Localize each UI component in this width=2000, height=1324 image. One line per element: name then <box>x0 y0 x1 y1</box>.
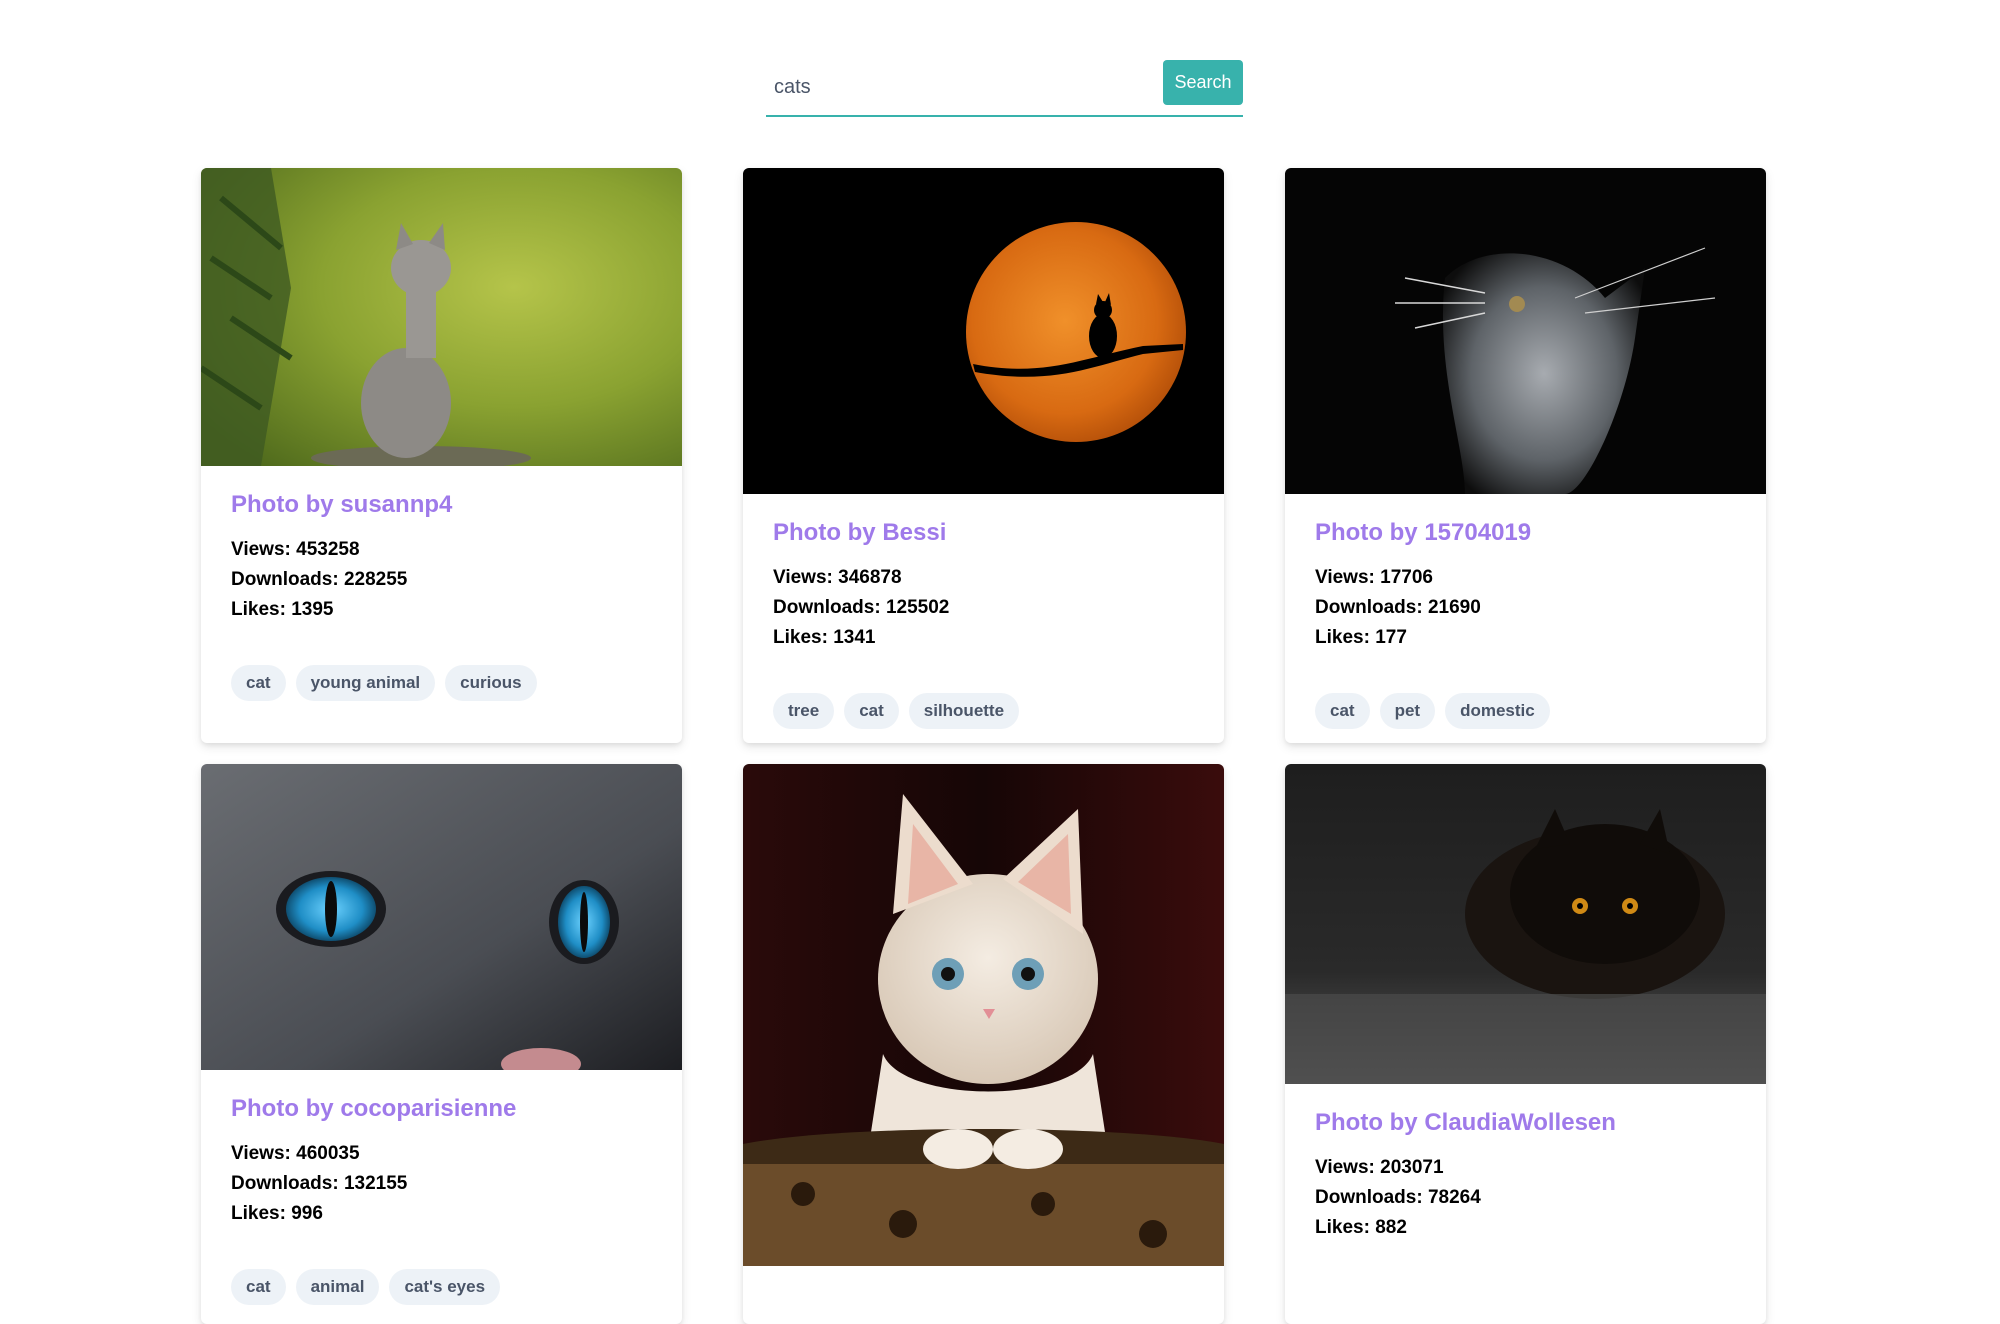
card-title: Photo by susannp4 <box>231 491 453 518</box>
downloads-count: Downloads: 132155 <box>231 1173 408 1194</box>
tag[interactable]: pet <box>1379 693 1436 729</box>
tag[interactable]: domestic <box>1445 693 1550 729</box>
tag[interactable]: cat <box>231 665 286 701</box>
tag-list: cat animal cat's eyes <box>231 1229 652 1305</box>
likes-count: Likes: 1395 <box>231 599 334 620</box>
tag[interactable]: silhouette <box>908 693 1020 729</box>
tag[interactable]: cat <box>844 693 899 729</box>
card-title: Photo by cocoparisienne <box>231 1095 517 1122</box>
downloads-count: Downloads: 228255 <box>231 569 408 590</box>
search-form: Search <box>766 60 1243 117</box>
search-input[interactable] <box>766 60 1146 115</box>
gray-cat-profile-image <box>1285 168 1766 494</box>
tag[interactable]: young animal <box>295 665 436 701</box>
white-kitten-image <box>743 764 1224 1266</box>
likes-count: Likes: 882 <box>1315 1217 1407 1238</box>
tag[interactable]: animal <box>295 1269 380 1305</box>
photo-card <box>743 764 1224 1324</box>
views-count: Views: 460035 <box>231 1143 360 1164</box>
views-count: Views: 453258 <box>231 539 360 560</box>
black-cat-image <box>1285 764 1766 1084</box>
tag-list: cat pet domestic <box>1315 653 1736 729</box>
photo-card: Photo by 15704019 Views: 17706 Downloads… <box>1285 168 1766 743</box>
kitten-on-branch-image <box>201 168 682 466</box>
downloads-count: Downloads: 78264 <box>1315 1187 1481 1208</box>
likes-count: Likes: 996 <box>231 1203 323 1224</box>
photo-card: Photo by susannp4 Views: 453258 Download… <box>201 168 682 743</box>
cat-blue-eyes-image <box>201 764 682 1070</box>
likes-count: Likes: 177 <box>1315 627 1407 648</box>
tag[interactable]: tree <box>773 693 835 729</box>
tag[interactable]: cat <box>1315 693 1370 729</box>
photo-card: Photo by Bessi Views: 346878 Downloads: … <box>743 168 1224 743</box>
card-title: Photo by Bessi <box>773 519 947 546</box>
downloads-count: Downloads: 125502 <box>773 597 950 618</box>
views-count: Views: 203071 <box>1315 1157 1444 1178</box>
cat-moon-silhouette-image <box>743 168 1224 494</box>
tag[interactable]: curious <box>445 665 537 701</box>
card-title: Photo by ClaudiaWollesen <box>1315 1109 1616 1136</box>
search-button[interactable]: Search <box>1163 60 1243 105</box>
photo-card: Photo by ClaudiaWollesen Views: 203071 D… <box>1285 764 1766 1324</box>
views-count: Views: 346878 <box>773 567 902 588</box>
downloads-count: Downloads: 21690 <box>1315 597 1481 618</box>
tag-list: tree cat silhouette <box>773 653 1194 729</box>
likes-count: Likes: 1341 <box>773 627 876 648</box>
tag[interactable]: cat's eyes <box>389 1269 501 1305</box>
card-title: Photo by 15704019 <box>1315 519 1532 546</box>
tag-list: cat young animal curious <box>231 625 652 701</box>
photo-card: Photo by cocoparisienne Views: 460035 Do… <box>201 764 682 1324</box>
views-count: Views: 17706 <box>1315 567 1433 588</box>
tag[interactable]: cat <box>231 1269 286 1305</box>
